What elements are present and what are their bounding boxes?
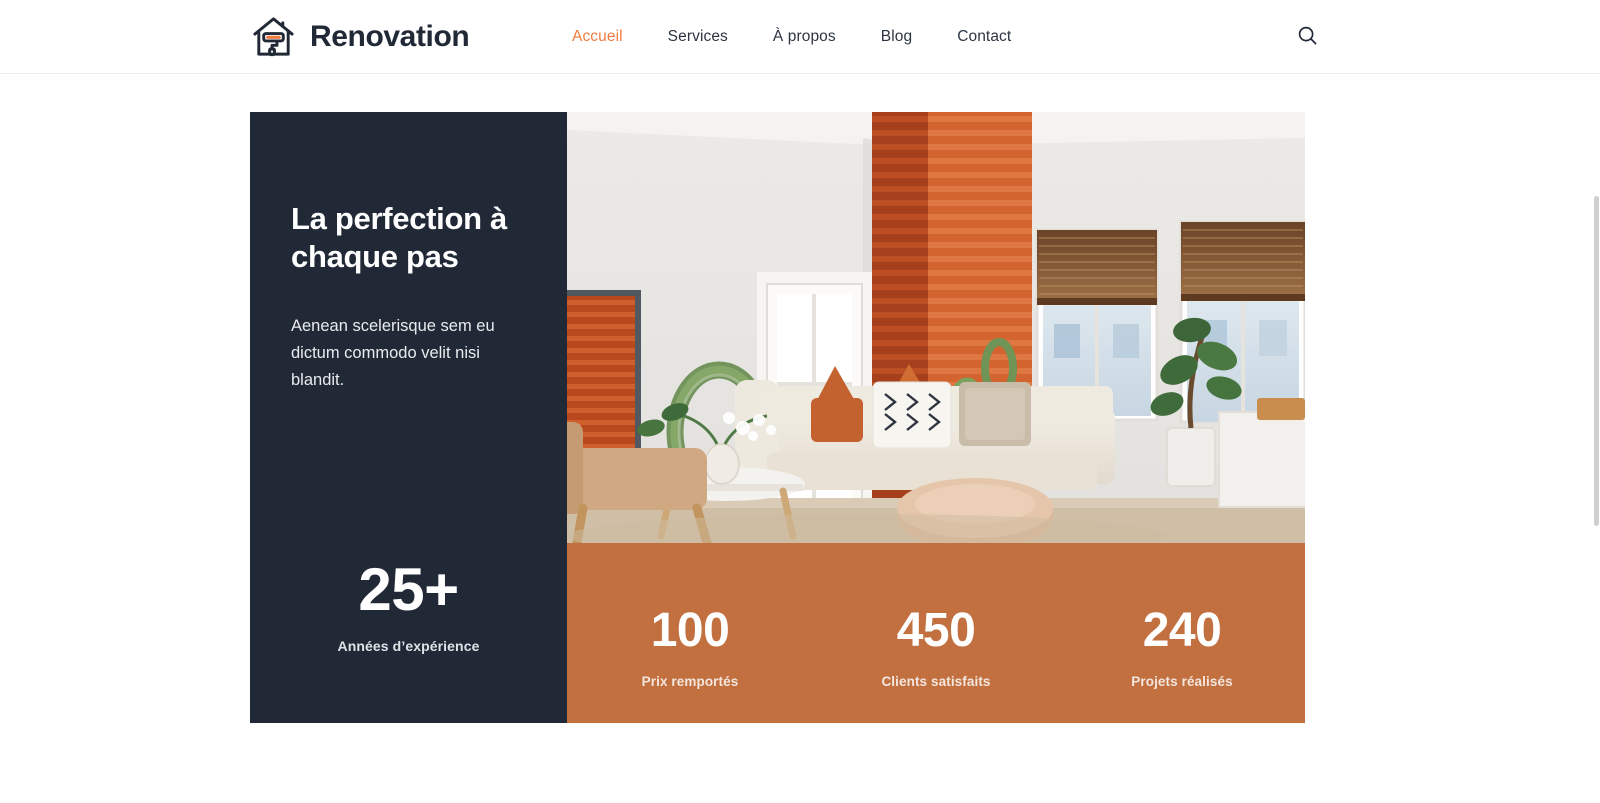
stat-value: 240	[1142, 604, 1222, 657]
house-paint-roller-icon	[250, 13, 297, 60]
search-button[interactable]	[1292, 22, 1322, 52]
stat-years-experience: 25+ Années d’expérience	[250, 560, 567, 723]
nav-item-accueil[interactable]: Accueil	[572, 28, 623, 46]
hero-right-column: 100 Prix remportés 450 Clients satisfait…	[567, 112, 1305, 723]
stat-label: Projets réalisés	[1131, 674, 1233, 689]
stat-label: Clients satisfaits	[881, 674, 991, 689]
hero-title: La perfection à chaque pas	[291, 201, 507, 274]
stat-label: Années d’expérience	[337, 638, 480, 654]
hero-copy: La perfection à chaque pas Aenean sceler…	[250, 200, 567, 395]
search-icon	[1298, 26, 1317, 48]
brand-logo[interactable]: Renovation	[250, 13, 470, 60]
stats-bar: 100 Prix remportés 450 Clients satisfait…	[567, 543, 1305, 723]
nav-item-a-propos[interactable]: À propos	[773, 28, 836, 46]
nav-item-services[interactable]: Services	[668, 28, 728, 46]
stat-value: 450	[896, 604, 976, 657]
stat-label: Prix remportés	[641, 674, 739, 689]
stat-value: 25+	[358, 556, 459, 623]
hero-description: Aenean scelerisque sem eu dictum commodo…	[291, 316, 495, 390]
site-header: Renovation Accueil Services À propos Blo…	[0, 0, 1600, 74]
living-room-interior-photo	[567, 112, 1305, 543]
hero-section: La perfection à chaque pas Aenean sceler…	[250, 112, 1305, 723]
stat-projets-realises: 240 Projets réalisés	[1059, 604, 1305, 690]
nav-item-blog[interactable]: Blog	[881, 28, 912, 46]
brand-name: Renovation	[310, 19, 470, 53]
page-scrollbar[interactable]	[1593, 74, 1600, 803]
stat-prix-remportes: 100 Prix remportés	[567, 604, 813, 690]
stat-clients-satisfaits: 450 Clients satisfaits	[813, 604, 1059, 690]
nav-item-contact[interactable]: Contact	[957, 28, 1011, 46]
main-navigation: Accueil Services À propos Blog Contact	[572, 0, 1011, 74]
stat-value: 100	[650, 604, 730, 657]
hero-dark-panel: La perfection à chaque pas Aenean sceler…	[250, 112, 567, 723]
scrollbar-thumb[interactable]	[1594, 196, 1599, 526]
